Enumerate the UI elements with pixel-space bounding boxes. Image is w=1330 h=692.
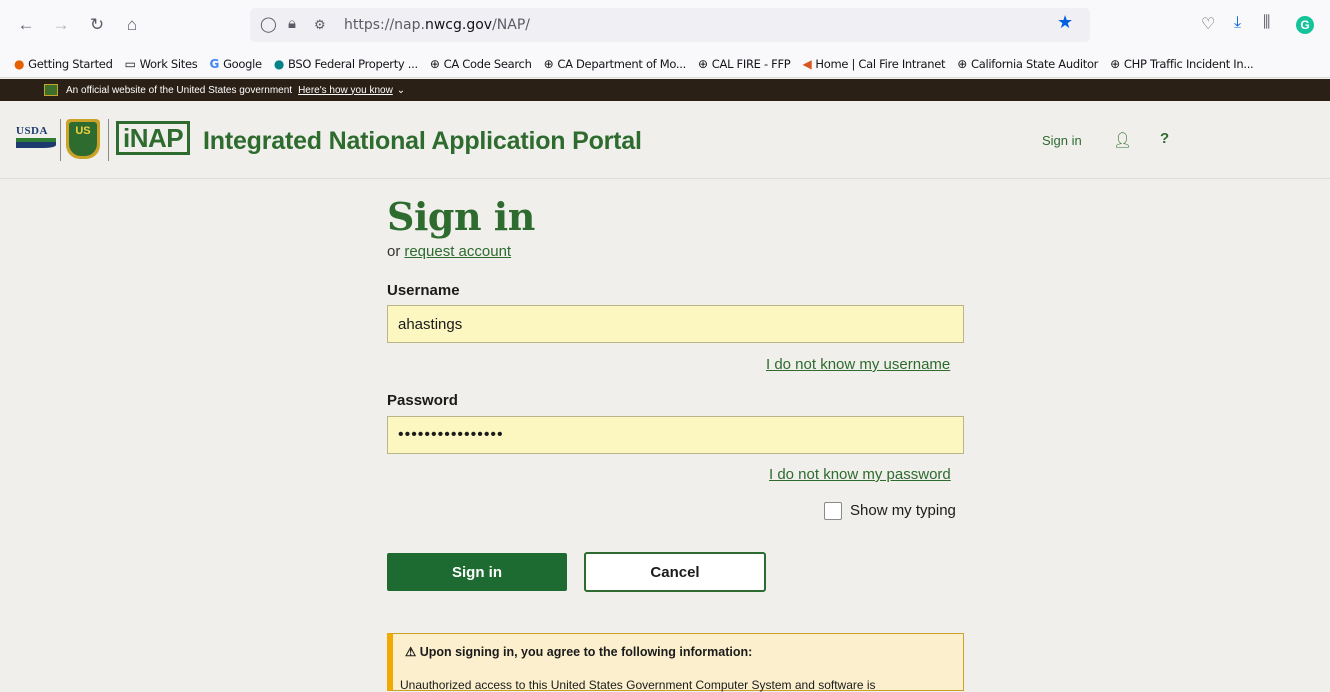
globe-icon: ⊕: [543, 56, 554, 71]
url-text[interactable]: https://nap.nwcg.gov/NAP/: [344, 17, 530, 33]
permissions-icon[interactable]: ⚙︎: [314, 17, 326, 33]
notice-box: ⚠ Upon signing in, you agree to the foll…: [387, 633, 964, 692]
user-icon[interactable]: 👤︎: [1113, 131, 1132, 149]
show-typing-label[interactable]: Show my typing: [850, 502, 956, 519]
show-typing-checkbox[interactable]: [824, 502, 842, 520]
username-input[interactable]: ahastings: [387, 305, 964, 343]
bookmark-calfire-intranet[interactable]: ◀ Home | Cal Fire Intranet: [802, 57, 945, 71]
request-account-line: or request account: [387, 243, 512, 260]
password-label: Password: [387, 392, 458, 409]
globe-icon: ⊕: [698, 56, 708, 71]
portal-title[interactable]: Integrated National Application Portal: [203, 127, 642, 156]
lock-icon[interactable]: 🔒︎: [288, 15, 296, 32]
bookmark-chp[interactable]: ⊕ CHP Traffic Incident In...: [1110, 56, 1254, 71]
back-icon[interactable]: ←: [15, 14, 37, 36]
divider: [60, 119, 61, 161]
forest-service-shield-logo[interactable]: US: [66, 119, 100, 159]
us-flag-icon: [44, 84, 58, 96]
forward-icon[interactable]: →: [50, 14, 72, 36]
signin-button[interactable]: Sign in: [387, 553, 567, 591]
downloads-icon[interactable]: ⤓: [1234, 14, 1241, 32]
globe-icon: ⊕: [1110, 56, 1120, 71]
gov-banner-text: An official website of the United States…: [66, 84, 293, 96]
request-account-link[interactable]: request account: [404, 243, 511, 260]
shield-tracking-icon[interactable]: ◯: [260, 15, 277, 33]
password-input[interactable]: ••••••••••••••••: [387, 416, 964, 454]
calfire-icon: ◀: [802, 56, 812, 71]
globe-icon: ⊕: [429, 56, 440, 71]
cancel-button[interactable]: Cancel: [584, 552, 766, 592]
home-icon[interactable]: ⌂: [121, 14, 143, 36]
notice-body: Unauthorized access to this United State…: [400, 678, 876, 692]
address-bar[interactable]: ◯ 🔒︎ ⚙︎ https://nap.nwcg.gov/NAP/: [250, 8, 1090, 42]
gov-banner: An official website of the United States…: [0, 79, 1330, 101]
bookmark-getting-started[interactable]: ● Getting Started: [14, 57, 113, 71]
browser-toolbar: ← → ↻ ⌂ ◯ 🔒︎ ⚙︎ https://nap.nwcg.gov/NAP…: [0, 0, 1330, 50]
bookmark-bso[interactable]: ● BSO Federal Property ...: [274, 57, 418, 71]
divider: [108, 119, 109, 161]
username-label: Username: [387, 282, 460, 299]
google-icon: G: [209, 56, 220, 71]
sharepoint-icon: ●: [273, 56, 284, 71]
bookmark-calfire-ffp[interactable]: ⊕ CAL FIRE - FFP: [698, 56, 791, 71]
bookmark-google[interactable]: G Google: [209, 56, 263, 71]
forgot-username-link[interactable]: I do not know my username: [766, 356, 950, 373]
bookmarks-bar: ● Getting Started ▭ Work Sites G Google ● BS…: [0, 50, 1330, 78]
bookmark-ca-code-search[interactable]: ⊕ CA Code Search: [430, 57, 532, 71]
bookmark-ca-dept[interactable]: ⊕ CA Department of Mo...: [543, 56, 687, 71]
page-title: Sign in: [387, 194, 535, 239]
usda-logo[interactable]: USDA: [16, 125, 56, 153]
pocket-icon[interactable]: ♡: [1201, 14, 1215, 34]
reload-icon[interactable]: ↻: [86, 14, 108, 36]
bookmark-star-icon[interactable]: ★: [1057, 12, 1073, 33]
warning-icon: ⚠: [405, 645, 420, 659]
globe-icon: ⊕: [957, 56, 968, 71]
header-signin-link[interactable]: Sign in: [1042, 133, 1082, 148]
gov-banner-link[interactable]: Here's how you know: [298, 85, 393, 96]
bookmark-work-sites[interactable]: ▭ Work Sites: [125, 57, 198, 71]
grammarly-icon[interactable]: G: [1296, 16, 1314, 34]
bookmark-state-auditor[interactable]: ⊕ California State Auditor: [957, 57, 1098, 71]
forgot-password-link[interactable]: I do not know my password: [769, 466, 951, 483]
inap-logo[interactable]: i NAP: [116, 121, 191, 155]
folder-icon: ▭: [124, 56, 136, 71]
notice-title: ⚠ Upon signing in, you agree to the foll…: [405, 645, 753, 659]
firefox-icon: ●: [14, 56, 25, 71]
chevron-down-icon[interactable]: ⌄: [397, 85, 405, 96]
help-icon[interactable]: ?: [1160, 130, 1169, 147]
site-header: USDA US i NAP Integrated National Applica…: [0, 101, 1330, 179]
library-icon[interactable]: ⫼: [1263, 14, 1270, 32]
